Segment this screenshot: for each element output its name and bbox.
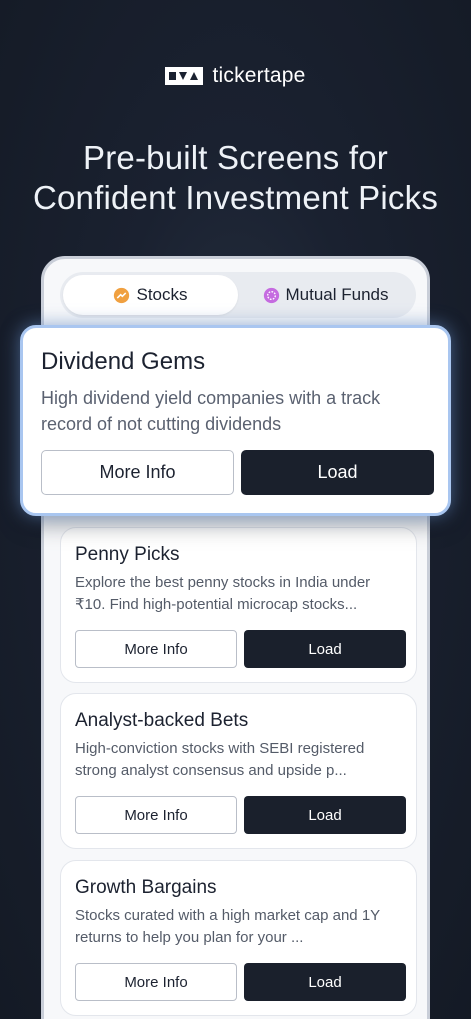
stocks-icon bbox=[114, 287, 130, 303]
featured-description: High dividend yield companies with a tra… bbox=[41, 388, 381, 434]
more-info-button[interactable]: More Info bbox=[75, 963, 237, 1001]
mutual-funds-icon bbox=[263, 287, 279, 303]
featured-load-button[interactable]: Load bbox=[241, 450, 434, 495]
screen-card-analyst-backed-bets: Analyst-backed Bets High-conviction stoc… bbox=[60, 693, 417, 849]
tab-stocks-label: Stocks bbox=[136, 285, 188, 304]
asset-type-tabs: Stocks Mutual Funds bbox=[60, 272, 416, 318]
screen-title: Penny Picks bbox=[75, 544, 180, 565]
load-button[interactable]: Load bbox=[244, 630, 406, 668]
screen-title: Analyst-backed Bets bbox=[75, 710, 249, 731]
more-info-button[interactable]: More Info bbox=[75, 630, 237, 668]
screen-card-growth-bargains: Growth Bargains Stocks curated with a hi… bbox=[60, 860, 417, 1016]
featured-more-info-button[interactable]: More Info bbox=[41, 450, 234, 495]
page-headline: Pre-built Screens for Confident Investme… bbox=[0, 138, 471, 218]
screen-description: Stocks curated with a high market cap an… bbox=[75, 907, 380, 946]
tab-stocks[interactable]: Stocks bbox=[63, 275, 238, 315]
screen-card-penny-picks: Penny Picks Explore the best penny stock… bbox=[60, 527, 417, 683]
brand-logo: tickertape bbox=[0, 64, 471, 88]
tab-mutual-funds-label: Mutual Funds bbox=[285, 285, 389, 304]
load-button[interactable]: Load bbox=[244, 963, 406, 1001]
screen-title: Growth Bargains bbox=[75, 877, 217, 898]
headline-line-2: Confident Investment Picks bbox=[32, 179, 439, 216]
screen-description: High-conviction stocks with SEBI registe… bbox=[75, 740, 365, 779]
tickertape-logo-icon bbox=[165, 67, 204, 85]
featured-screen-card: Dividend Gems High dividend yield compan… bbox=[20, 325, 451, 516]
headline-line-1: Pre-built Screens for bbox=[83, 139, 388, 176]
brand-name: tickertape bbox=[212, 64, 306, 87]
load-button[interactable]: Load bbox=[244, 796, 406, 834]
featured-title: Dividend Gems bbox=[41, 348, 206, 375]
tab-mutual-funds[interactable]: Mutual Funds bbox=[238, 275, 413, 315]
screen-description: Explore the best penny stocks in India u… bbox=[75, 574, 371, 613]
more-info-button[interactable]: More Info bbox=[75, 796, 237, 834]
